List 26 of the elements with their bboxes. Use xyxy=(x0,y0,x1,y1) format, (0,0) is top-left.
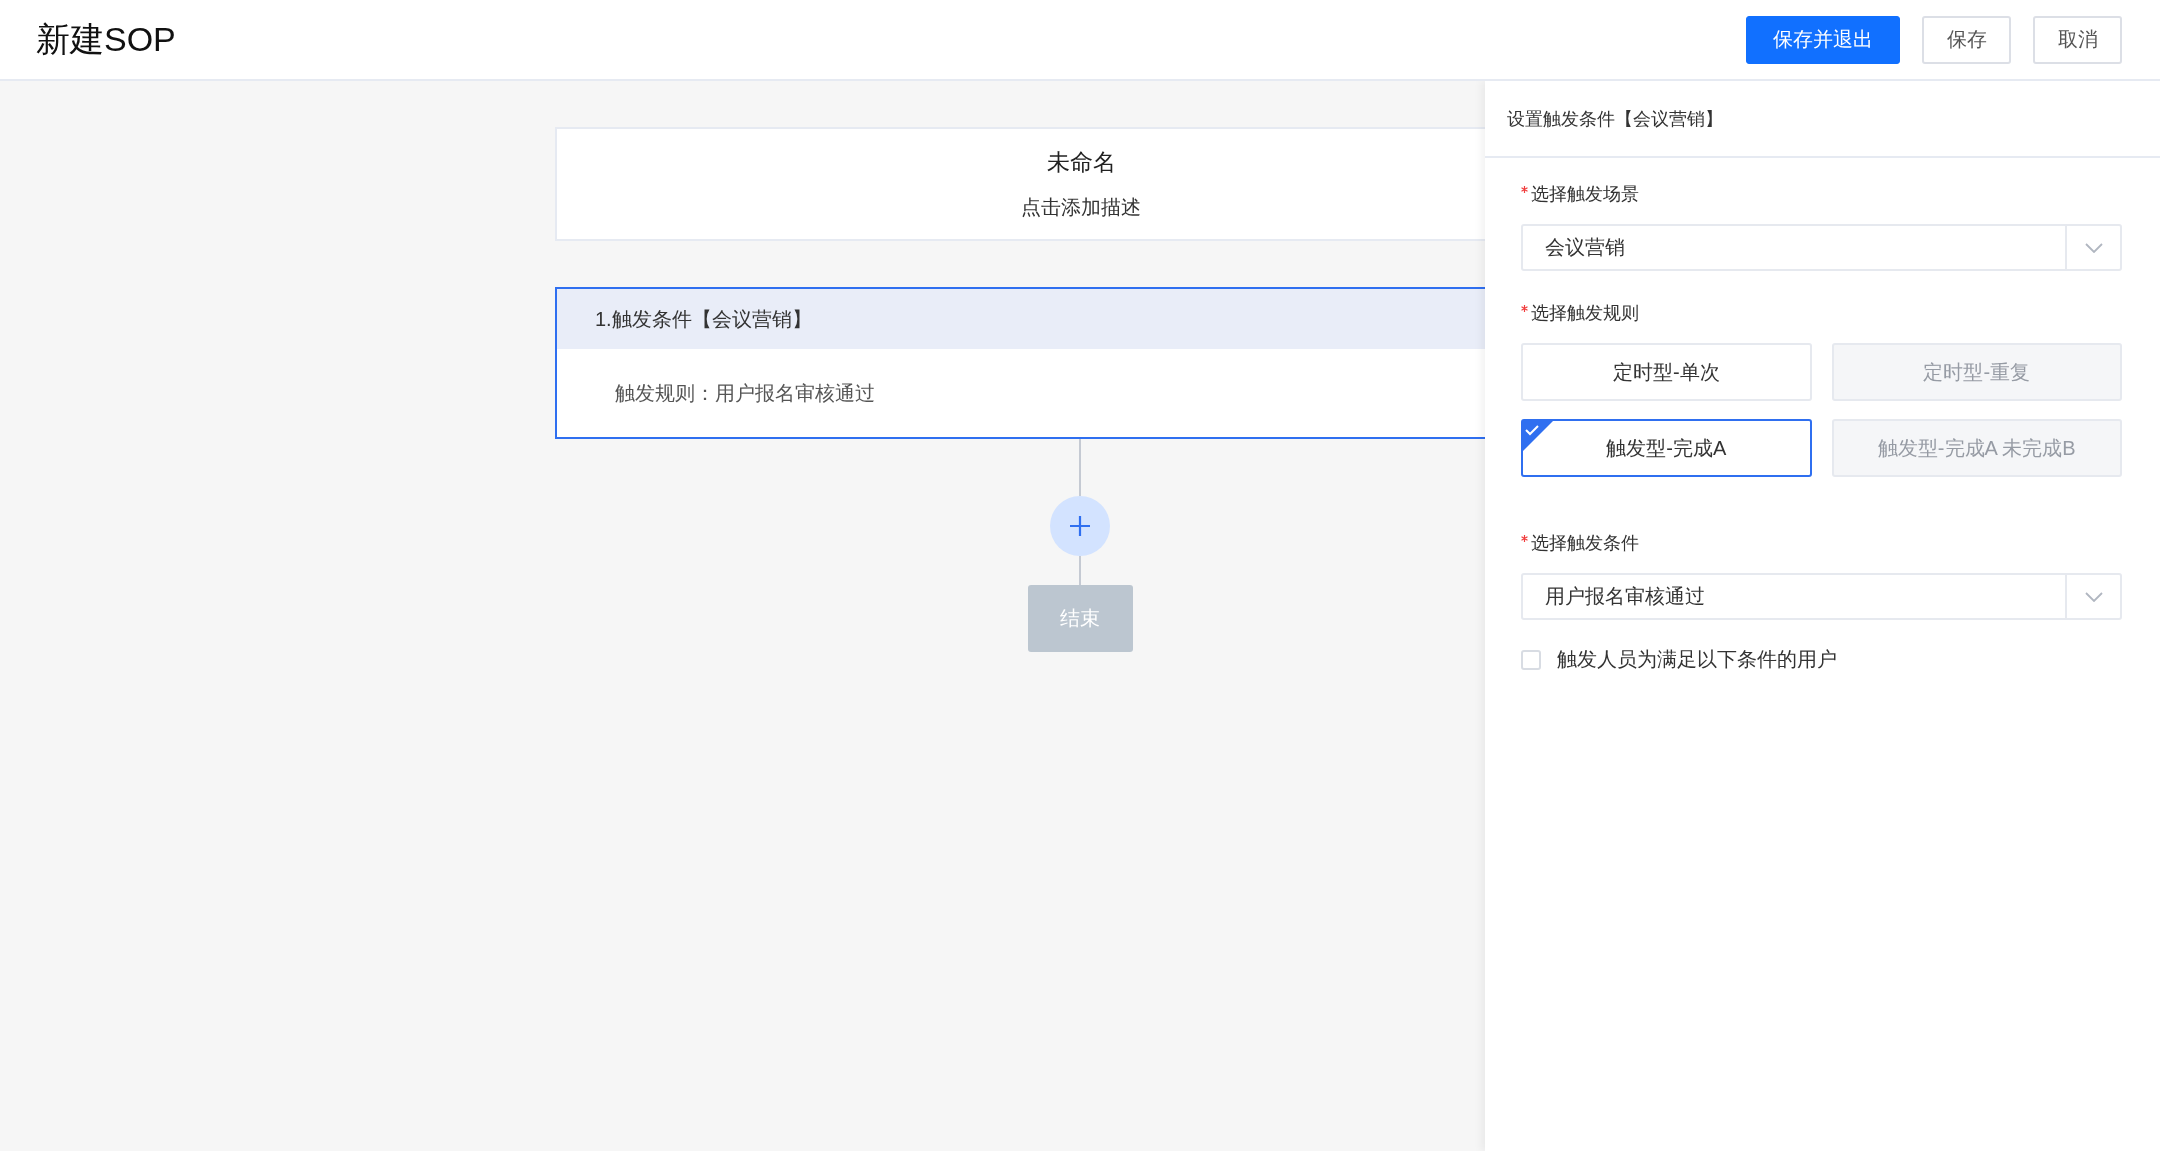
end-node: 结束 xyxy=(1027,585,1133,652)
plus-icon xyxy=(1069,515,1091,537)
field-label: 选择触发规则 xyxy=(1531,302,1639,325)
step-title: 1.触发条件【会议营销】 xyxy=(595,306,812,332)
field-label: 选择触发条件 xyxy=(1531,532,1639,555)
header-button[interactable]: 保存 xyxy=(1922,15,2011,64)
save-and-exit-button[interactable]: 保存并退出 xyxy=(1746,15,1900,64)
step-rule: 触发规则：用户报名审核通过 xyxy=(615,380,875,406)
select-field[interactable]: 会议营销 xyxy=(1521,224,2122,271)
step-card[interactable]: 1.触发条件【会议营销】 触发规则：用户报名审核通过 xyxy=(555,287,1485,439)
check-corner-icon xyxy=(1522,420,1554,452)
rule-option[interactable]: 触发型-完成A xyxy=(1521,419,1812,477)
panel-title: 设置触发条件【会议营销】 xyxy=(1507,107,1723,131)
chevron-down-icon xyxy=(2084,242,2103,253)
checkbox[interactable] xyxy=(1521,649,1541,670)
flow-title-card[interactable]: 未命名 点击添加描述 xyxy=(555,127,1485,241)
flow-title: 未命名 xyxy=(1046,148,1116,177)
header-button[interactable]: 取消 xyxy=(2033,15,2122,64)
checkbox-label: 触发人员为满足以下条件的用户 xyxy=(1557,647,1837,672)
add-step-button[interactable] xyxy=(1050,496,1110,556)
flow-description[interactable]: 点击添加描述 xyxy=(1021,194,1141,221)
chevron-down-icon xyxy=(2084,591,2103,602)
field-label: 选择触发场景 xyxy=(1531,183,1639,206)
rule-option[interactable]: 定时型-单次 xyxy=(1521,343,1812,401)
select-field[interactable]: 用户报名审核通过 xyxy=(1521,573,2122,620)
page-title: 新建SOP xyxy=(36,18,176,60)
